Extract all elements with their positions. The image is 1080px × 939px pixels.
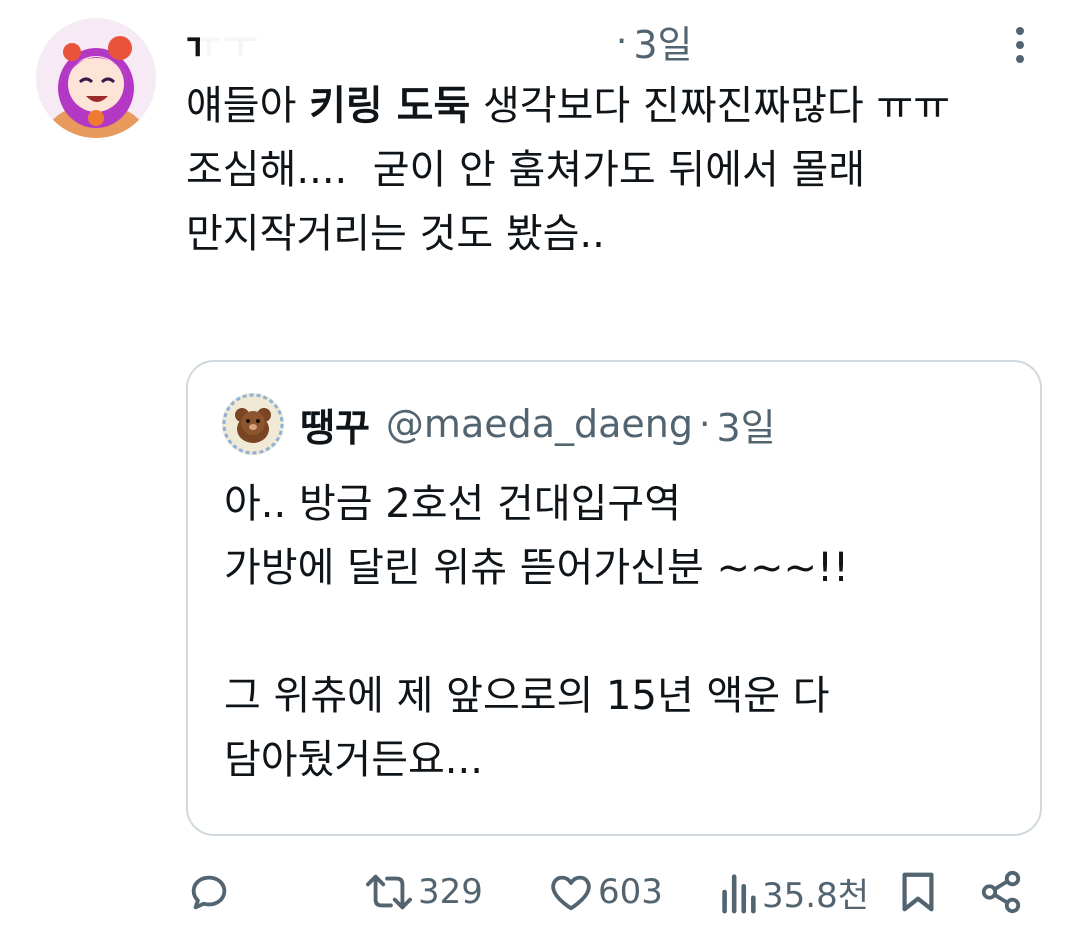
quoted-header-separator: · bbox=[699, 403, 711, 445]
quoted-tweet-timestamp[interactable]: 3일 bbox=[716, 397, 775, 452]
views-button[interactable]: 35.8천 bbox=[718, 860, 869, 924]
like-count: 603 bbox=[598, 872, 663, 912]
retweet-icon bbox=[365, 874, 412, 910]
quoted-author-name[interactable]: 땡꾸 bbox=[300, 397, 370, 452]
share-icon bbox=[981, 870, 1021, 914]
heart-icon bbox=[551, 875, 591, 911]
tweet-text-line-2: 조심해.... 굳이 안 훔쳐가도 뒤에서 몰래 만지작거리는 것도 봤슴.. bbox=[186, 147, 878, 257]
retweet-count: 329 bbox=[418, 872, 483, 912]
retweet-button[interactable]: 329 bbox=[364, 860, 483, 924]
like-button[interactable]: 603 bbox=[548, 860, 663, 924]
redacted-area bbox=[199, 21, 610, 61]
reply-button[interactable] bbox=[186, 860, 236, 924]
header-separator: · bbox=[615, 20, 628, 62]
avatar-character-image bbox=[36, 18, 156, 138]
share-button[interactable] bbox=[978, 860, 1024, 924]
quoted-author-avatar[interactable] bbox=[222, 393, 284, 455]
bookmark-button[interactable] bbox=[898, 860, 938, 924]
tweet-action-bar: 329 603 35.8천 bbox=[186, 860, 1036, 924]
tweet-text: 얘들아 키링 도둑 생각보다 진짜진짜많다 ㅠㅠ 조심해.... 굳이 안 훔쳐… bbox=[186, 74, 1036, 266]
author-avatar[interactable] bbox=[36, 18, 156, 138]
bookmark-icon bbox=[902, 872, 934, 912]
quoted-tweet-header: 땡꾸 @maeda_daeng · 3일 bbox=[222, 392, 776, 456]
more-options-button[interactable] bbox=[1000, 20, 1040, 70]
views-count: 35.8천 bbox=[762, 875, 869, 916]
tweet: ㅠㅜ · 3일 얘들아 키링 도둑 생각보다 진짜진짜많다 ㅠㅠ 조심해....… bbox=[0, 0, 1080, 939]
quoted-tweet-card[interactable]: 땡꾸 @maeda_daeng · 3일 아.. 방금 2호선 건대입구역 가방… bbox=[186, 360, 1042, 836]
quoted-author-handle[interactable]: @maeda_daeng bbox=[386, 402, 693, 446]
tweet-header: ㅠㅜ · 3일 bbox=[186, 14, 1006, 68]
more-vertical-icon bbox=[1016, 27, 1024, 63]
quoted-avatar-image bbox=[222, 393, 284, 455]
reply-icon bbox=[191, 875, 227, 910]
views-icon bbox=[722, 874, 756, 914]
highlighted-keyword: 키링 도둑 bbox=[309, 83, 471, 129]
tweet-text-line-1: 얘들아 키링 도둑 생각보다 진짜진짜많다 ㅠㅠ bbox=[186, 83, 951, 129]
quoted-tweet-text: 아.. 방금 2호선 건대입구역 가방에 달린 위츄 뜯어가신분 ~~~!! 그… bbox=[224, 481, 850, 783]
tweet-timestamp[interactable]: 3일 bbox=[633, 14, 692, 69]
